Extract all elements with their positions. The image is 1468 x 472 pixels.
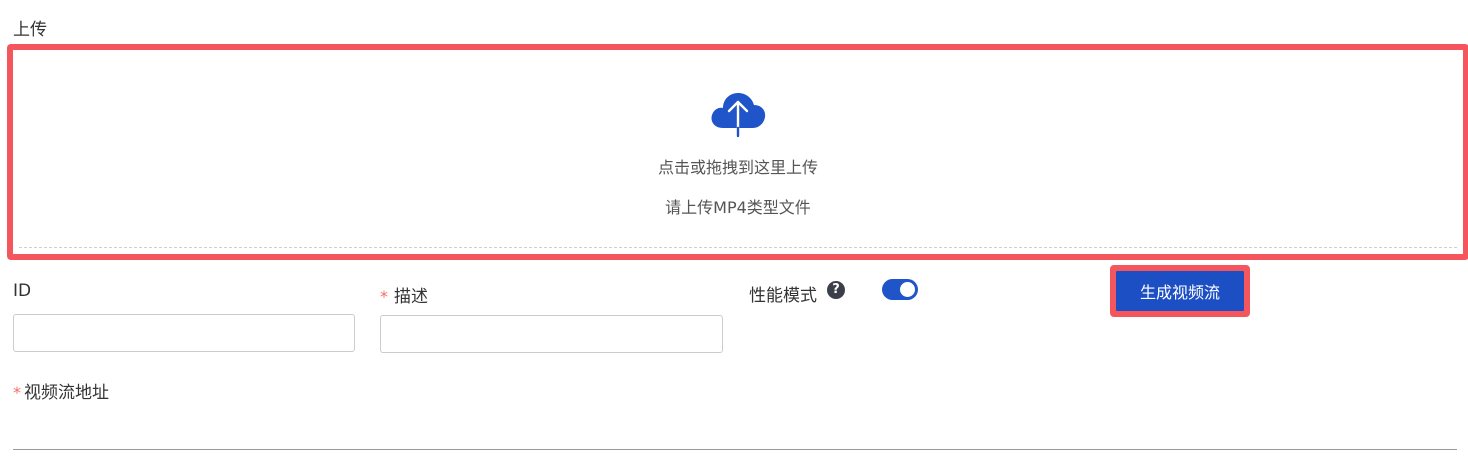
id-label: ID xyxy=(13,281,32,301)
stream-address-field-underline[interactable] xyxy=(13,449,1457,450)
required-star: * xyxy=(380,287,388,306)
stream-address-label: 视频流地址 xyxy=(24,383,109,403)
performance-mode-label: 性能模式 xyxy=(749,286,817,306)
upload-highlight-frame: 点击或拖拽到这里上传 请上传MP4类型文件 xyxy=(7,44,1468,260)
generate-button-highlight: 生成视频流 xyxy=(1110,265,1250,317)
upload-form-page: 上传 点击或拖拽到这里上传 请上传MP4类型文件 ID * 描述 性能模式 ? 生… xyxy=(0,0,1468,472)
required-star: * xyxy=(13,383,21,402)
id-input[interactable] xyxy=(13,314,355,352)
upload-dropzone[interactable]: 点击或拖拽到这里上传 请上传MP4类型文件 xyxy=(19,56,1457,248)
generate-stream-button[interactable]: 生成视频流 xyxy=(1116,271,1244,311)
question-help-icon[interactable]: ? xyxy=(827,281,845,299)
description-label-row: * 描述 xyxy=(380,282,428,307)
upload-instruction-text: 点击或拖拽到这里上传 xyxy=(657,158,818,177)
upload-filetype-hint: 请上传MP4类型文件 xyxy=(665,198,811,217)
toggle-knob xyxy=(900,282,915,297)
description-label: 描述 xyxy=(394,287,428,307)
performance-mode-toggle[interactable] xyxy=(882,279,918,300)
cloud-upload-icon xyxy=(711,93,766,138)
stream-address-label-row: * 视频流地址 xyxy=(13,378,109,403)
upload-section-label: 上传 xyxy=(13,20,47,40)
description-input[interactable] xyxy=(380,315,723,353)
